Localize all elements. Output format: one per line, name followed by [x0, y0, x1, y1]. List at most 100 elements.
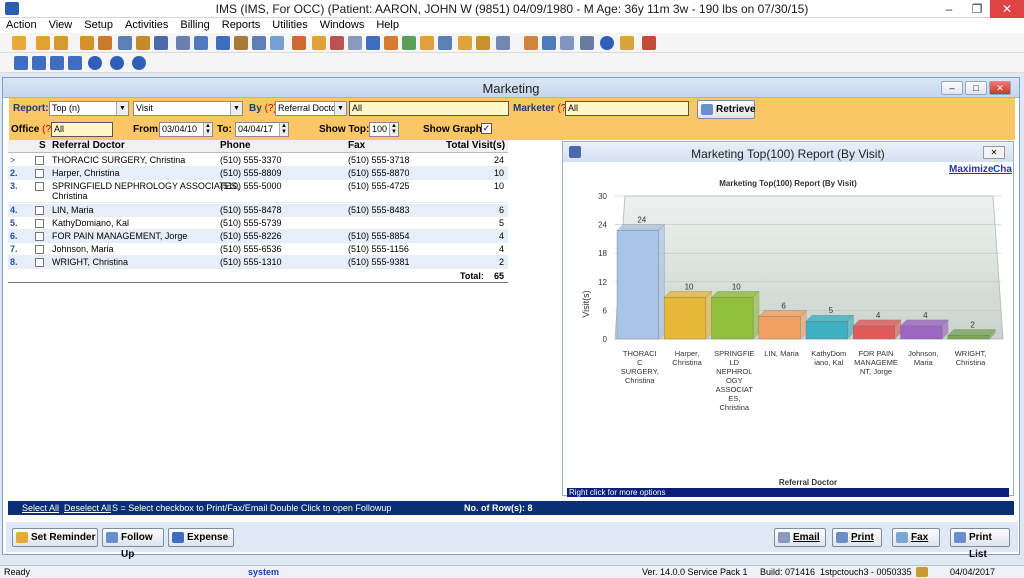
report-icon[interactable]: [292, 36, 306, 50]
table-row[interactable]: 5. KathyDomiano, Kal (510) 555-5739 5: [8, 217, 508, 230]
chevron-down-icon[interactable]: ▼: [116, 102, 128, 115]
col-doctor-header[interactable]: Referral Doctor: [52, 140, 125, 151]
col-phone-header[interactable]: Phone: [220, 140, 251, 151]
first-record-icon[interactable]: [14, 56, 28, 70]
office-input[interactable]: All: [51, 122, 113, 137]
row-checkbox[interactable]: [35, 206, 44, 215]
phone-icon[interactable]: [366, 36, 380, 50]
col-select-header[interactable]: S: [39, 140, 46, 151]
menu-reports[interactable]: Reports: [216, 18, 267, 33]
user-icon[interactable]: [12, 36, 26, 50]
print-list-button[interactable]: Print List: [950, 528, 1010, 560]
chart-bar[interactable]: [852, 319, 902, 340]
menu-billing[interactable]: Billing: [174, 18, 215, 33]
last-record-icon[interactable]: [68, 56, 82, 70]
chevron-down-icon[interactable]: ▼: [334, 102, 346, 115]
marketing-close-button[interactable]: ✕: [989, 81, 1011, 95]
settings-icon[interactable]: [216, 36, 230, 50]
camera-icon[interactable]: [348, 36, 362, 50]
chart-bar[interactable]: [900, 319, 949, 340]
schedule-icon[interactable]: [194, 36, 208, 50]
table-row[interactable]: 8. WRIGHT, Christina (510) 555-1310 (510) 5…: [8, 256, 508, 269]
row-checkbox[interactable]: [35, 245, 44, 254]
print-icon[interactable]: [438, 36, 452, 50]
menu-windows[interactable]: Windows: [314, 18, 371, 33]
shield-icon[interactable]: [154, 36, 168, 50]
folder-edit-icon[interactable]: [98, 36, 112, 50]
chart-bar[interactable]: [947, 329, 996, 340]
lock-icon[interactable]: [620, 36, 634, 50]
menu-activities[interactable]: Activities: [119, 18, 174, 33]
people-icon[interactable]: [234, 36, 248, 50]
marketer-input[interactable]: All: [565, 101, 689, 116]
chevron-down-icon[interactable]: ▼: [230, 102, 242, 115]
refresh-icon[interactable]: [542, 36, 556, 50]
table-row[interactable]: 7. Johnson, Maria (510) 555-6536 (510) 555-…: [8, 243, 508, 256]
calendar-icon[interactable]: [176, 36, 190, 50]
marketing-minimize-button[interactable]: –: [941, 81, 963, 95]
chart-bar[interactable]: [758, 310, 807, 340]
report-select[interactable]: Top (n) ▼: [49, 101, 129, 116]
minimize-button[interactable]: –: [934, 0, 964, 18]
tools-icon[interactable]: [270, 36, 284, 50]
chart-panel-close-button[interactable]: ✕: [983, 146, 1005, 159]
group-icon[interactable]: [252, 36, 266, 50]
next-record-icon[interactable]: [50, 56, 64, 70]
menu-help[interactable]: Help: [370, 18, 405, 33]
print-button[interactable]: Print: [832, 528, 882, 547]
by-filter-input[interactable]: All: [349, 101, 509, 116]
email-button[interactable]: Email: [774, 528, 826, 547]
chart-bar[interactable]: [616, 224, 665, 340]
set-reminder-button[interactable]: Set Reminder: [12, 528, 98, 547]
folder-icon[interactable]: [80, 36, 94, 50]
chart-bar[interactable]: [663, 290, 713, 340]
row-checkbox[interactable]: [35, 182, 44, 191]
close-button[interactable]: ✕: [990, 0, 1024, 18]
show-top-spinner[interactable]: ▲ ▼: [389, 123, 398, 136]
expense-button[interactable]: Expense: [168, 528, 234, 547]
row-checkbox[interactable]: [35, 258, 44, 267]
help-icon[interactable]: [600, 36, 614, 50]
from-date-input[interactable]: 03/04/10 ▲ ▼: [159, 122, 213, 137]
exit-icon[interactable]: [642, 36, 656, 50]
by-select[interactable]: Referral Doctor ▼: [275, 101, 347, 116]
marketing-restore-button[interactable]: □: [965, 81, 987, 95]
to-date-input[interactable]: 04/04/17 ▲ ▼: [235, 122, 289, 137]
table-row[interactable]: 4. LIN, Maria (510) 555-8478 (510) 555-8483…: [8, 204, 508, 217]
box-icon[interactable]: [384, 36, 398, 50]
menu-action[interactable]: Action: [0, 18, 43, 33]
table-row[interactable]: 3. SPRINGFIELD NEPHROLOGY ASSOCIATES, Chri…: [8, 180, 508, 203]
deselect-all-link[interactable]: Deselect All: [64, 503, 111, 513]
follow-up-button[interactable]: Follow Up: [102, 528, 164, 560]
reload-icon[interactable]: [88, 56, 102, 70]
folder-open-icon[interactable]: [420, 36, 434, 50]
document-icon[interactable]: [118, 36, 132, 50]
from-date-spinner[interactable]: ▲ ▼: [203, 123, 212, 136]
retrieve-button[interactable]: Retrieve: [697, 100, 755, 119]
invoice-icon[interactable]: [476, 36, 490, 50]
lab-icon[interactable]: [136, 36, 150, 50]
restore-button[interactable]: ❐: [962, 0, 992, 18]
notes-icon[interactable]: [560, 36, 574, 50]
calculator-icon[interactable]: [524, 36, 538, 50]
select-all-link[interactable]: Select All: [22, 503, 59, 513]
fax-button[interactable]: Fax: [892, 528, 940, 547]
patient-edit-icon[interactable]: [54, 36, 68, 50]
chart-bar[interactable]: [805, 314, 854, 340]
row-checkbox[interactable]: [35, 169, 44, 178]
chart-icon[interactable]: [330, 36, 344, 50]
list-icon[interactable]: [580, 36, 594, 50]
mail-icon[interactable]: [402, 36, 416, 50]
table-row[interactable]: 6. FOR PAIN MANAGEMENT, Jorge (510) 555-82…: [8, 230, 508, 243]
to-date-spinner[interactable]: ▲ ▼: [279, 123, 288, 136]
question-icon[interactable]: [110, 56, 124, 70]
row-checkbox[interactable]: [35, 232, 44, 241]
col-fax-header[interactable]: Fax: [348, 140, 365, 151]
menu-utilities[interactable]: Utilities: [266, 18, 313, 33]
chart-bar[interactable]: [711, 290, 760, 340]
cancel-icon[interactable]: [132, 56, 146, 70]
clipboard-icon[interactable]: [312, 36, 326, 50]
menu-view[interactable]: View: [43, 18, 79, 33]
row-checkbox[interactable]: [35, 156, 44, 165]
show-top-input[interactable]: 100 ▲ ▼: [369, 122, 399, 137]
